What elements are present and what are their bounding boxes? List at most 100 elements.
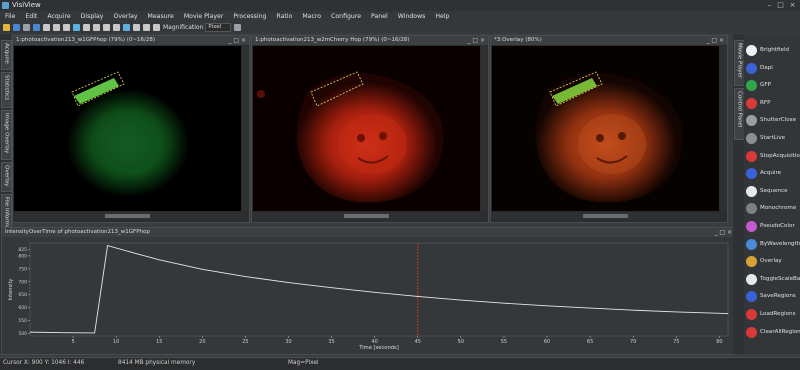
measure-icon[interactable]: [123, 24, 130, 31]
image-canvas-overlay[interactable]: [492, 46, 719, 211]
menu-help[interactable]: Help: [430, 13, 454, 20]
control-button-shutterclose[interactable]: ShutterClose: [744, 112, 800, 129]
grid-icon[interactable]: [153, 24, 160, 31]
control-button-dapi[interactable]: Dapi: [744, 60, 800, 77]
copy-icon[interactable]: [133, 24, 140, 31]
image-window-mcherry[interactable]: 1:photoactivation213_w2mCherry Hop (79%)…: [251, 35, 489, 223]
data-point: [503, 302, 505, 304]
shutter-close-icon: [746, 115, 757, 127]
image-canvas-mcherry[interactable]: [253, 46, 480, 211]
menu-processing[interactable]: Processing: [228, 13, 271, 20]
hand-tool-icon[interactable]: [63, 24, 70, 31]
horizontal-scrollbar[interactable]: [14, 213, 241, 219]
window-controls-icon[interactable]: _ □ ×: [706, 36, 724, 45]
y-tick-label: 800: [18, 253, 27, 259]
image-window-gfp[interactable]: 1:photoactivation213_w1GFPhop (79%) (0~1…: [12, 35, 250, 223]
tab-acquire[interactable]: Acquire: [1, 40, 12, 70]
menu-macro[interactable]: Macro: [297, 13, 326, 20]
y-tick-label: 550: [18, 318, 27, 324]
minimize-icon[interactable]: –: [765, 1, 774, 9]
control-button-label: LoadRegions: [760, 311, 796, 317]
image-canvas-gfp[interactable]: [14, 46, 241, 211]
menu-windows[interactable]: Windows: [393, 13, 431, 20]
window-controls-icon[interactable]: _ □ ×: [467, 36, 485, 45]
dapi-icon: [746, 62, 757, 74]
control-button-label: GFP: [760, 82, 771, 89]
pseudocolor-icon: [746, 221, 757, 232]
rfp-icon: [746, 97, 757, 109]
overlay-icon: [746, 256, 757, 268]
data-point: [158, 259, 160, 261]
menu-edit[interactable]: Edit: [20, 13, 42, 20]
acquire-tool-icon[interactable]: [33, 24, 40, 31]
control-button-pseudocolor[interactable]: PseudoColor: [744, 218, 800, 235]
control-button-overlay[interactable]: Overlay: [744, 253, 800, 270]
brightfield-icon: [746, 45, 757, 56]
text-tool-icon[interactable]: [113, 24, 120, 31]
tab-image-overlay[interactable]: Image Overlay: [1, 110, 12, 160]
vertical-scrollbar[interactable]: [720, 46, 726, 211]
horizontal-scrollbar[interactable]: [492, 213, 719, 219]
intensity-plot-window[interactable]: IntensityOverTime of photoactivation213_…: [1, 227, 736, 355]
menu-display[interactable]: Display: [76, 13, 109, 20]
rectangle-region-icon[interactable]: [73, 24, 80, 31]
magnification-select[interactable]: Pixel: [205, 23, 232, 32]
control-button-monochrome[interactable]: Monochrome: [744, 200, 800, 217]
arrow-tool-icon[interactable]: [43, 24, 50, 31]
maximize-icon[interactable]: □: [776, 1, 785, 9]
close-icon[interactable]: ×: [788, 1, 797, 9]
open-icon[interactable]: [3, 24, 10, 31]
control-button-clearallregions[interactable]: ClearAllRegions: [744, 324, 800, 341]
menu-overlay[interactable]: Overlay: [108, 13, 142, 20]
x-axis-label: Time [seconds]: [358, 345, 399, 351]
vertical-scrollbar[interactable]: [242, 46, 248, 211]
menu-panel[interactable]: Panel: [366, 13, 393, 20]
window-controls-icon[interactable]: _ □ ×: [228, 36, 246, 45]
data-point: [107, 245, 108, 246]
data-point: [201, 268, 203, 270]
polygon-tool-icon[interactable]: [93, 24, 100, 31]
zoom-tool-icon[interactable]: [53, 24, 60, 31]
paste-icon[interactable]: [143, 24, 150, 31]
control-button-startlive[interactable]: StartLive: [744, 130, 800, 147]
control-button-label: ShutterClose: [760, 117, 797, 124]
x-tick-label: 65: [587, 339, 593, 345]
control-button-brightfield[interactable]: Brightfield: [744, 42, 800, 59]
tab-overlay[interactable]: Overlay: [1, 162, 12, 192]
y-tick-label: 750: [18, 266, 27, 272]
save-icon[interactable]: [13, 24, 20, 31]
vertical-scrollbar[interactable]: [481, 46, 487, 211]
image-window-overlay[interactable]: *3:Overlay (80%) _ □ ×: [490, 35, 728, 223]
by-wavelength-icon: [746, 238, 757, 250]
control-button-bywavelength[interactable]: ByWavelength: [744, 236, 800, 253]
pin-icon[interactable]: [234, 24, 242, 31]
control-button-gfp[interactable]: GFP: [744, 77, 800, 94]
control-button-togglescalebar[interactable]: ToggleScaleBar: [744, 271, 800, 288]
line-tool-icon[interactable]: [83, 24, 90, 31]
window-controls-icon[interactable]: _ □ ×: [714, 228, 732, 237]
menu-file[interactable]: File: [0, 13, 20, 20]
control-button-stopacquisition[interactable]: StopAcquisition: [744, 148, 800, 165]
control-button-rfp[interactable]: RFP: [744, 95, 800, 112]
control-button-label: Brightfield: [760, 47, 790, 53]
print-icon[interactable]: [23, 24, 30, 31]
data-point: [417, 296, 419, 297]
control-button-sequence[interactable]: Sequence: [744, 183, 800, 200]
menu-movie-player[interactable]: Movie Player: [179, 13, 229, 20]
title-bar: VisiView – □ ×: [0, 0, 800, 11]
control-button-saveregions[interactable]: SaveRegions: [744, 288, 800, 305]
control-button-acquire[interactable]: Acquire: [744, 165, 800, 182]
data-point: [29, 331, 31, 333]
menu-measure[interactable]: Measure: [143, 13, 179, 20]
tab-statistics[interactable]: Statistics: [1, 72, 12, 108]
control-button-loadregions[interactable]: LoadRegions: [744, 306, 800, 323]
menu-acquire[interactable]: Acquire: [42, 13, 75, 20]
menu-configure[interactable]: Configure: [326, 13, 366, 20]
control-button-label: SaveRegions: [760, 293, 796, 300]
menu-ratio[interactable]: Ratio: [271, 13, 297, 20]
ellipse-tool-icon[interactable]: [103, 24, 110, 31]
x-tick-label: 70: [630, 339, 636, 345]
data-point: [288, 282, 289, 283]
horizontal-scrollbar[interactable]: [253, 213, 480, 219]
data-point: [331, 287, 333, 289]
